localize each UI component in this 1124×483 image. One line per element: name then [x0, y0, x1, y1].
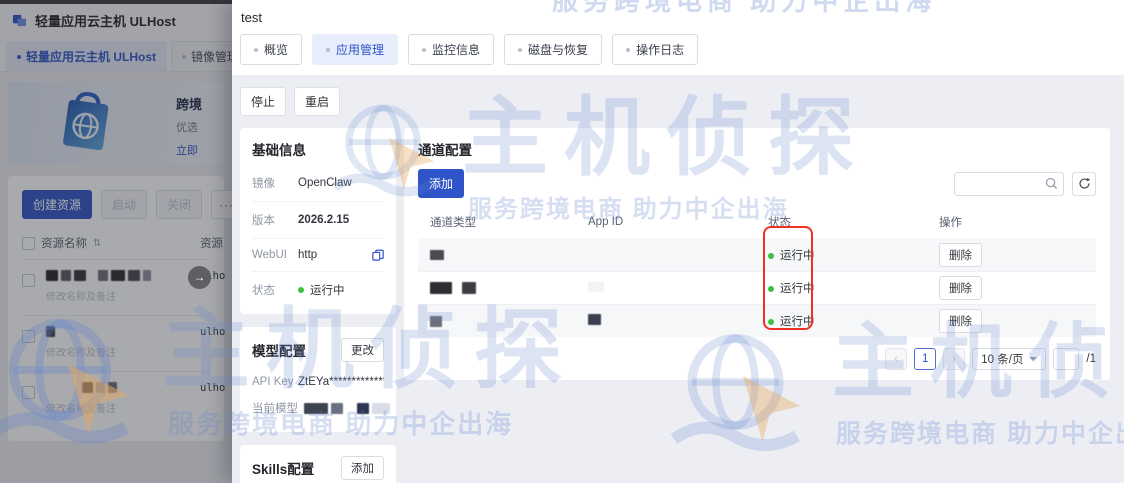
basic-info-card: 基础信息 镜像 OpenClaw 版本 2026.2.15 WebUI http: [240, 128, 396, 314]
current-model-label: 当前模型: [252, 403, 298, 415]
tab-app-management[interactable]: 应用管理: [312, 34, 399, 65]
tab-label: 应用管理: [336, 43, 385, 57]
tab-overview[interactable]: 概览: [240, 34, 303, 65]
status-label: 状态: [252, 285, 275, 297]
api-key-label: API Key: [252, 376, 294, 388]
status-dot-icon: [298, 287, 304, 293]
webui-label: WebUI: [252, 249, 287, 261]
modal-dim-overlay: [0, 0, 232, 483]
refresh-button[interactable]: [1072, 171, 1096, 196]
col-channel-type: 通道类型: [430, 217, 476, 229]
console-background-page: 轻量应用云主机 ULHost 轻量应用云主机 ULHost 镜像管理: [0, 0, 232, 483]
delete-channel-button[interactable]: 删除: [939, 309, 982, 333]
tab-dot-icon: [422, 47, 427, 52]
change-model-button[interactable]: 更改: [341, 338, 384, 362]
version-value: 2026.2.15: [298, 214, 350, 226]
channel-status: 运行中: [780, 249, 815, 262]
screenshot-root: 轻量应用云主机 ULHost 轻量应用云主机 ULHost 镜像管理: [0, 0, 1124, 483]
image-label: 镜像: [252, 178, 275, 190]
tab-label: 磁盘与恢复: [528, 43, 589, 57]
skills-config-card: Skills配置 添加 暂未配置 立即配置: [240, 445, 396, 483]
col-app-id: App ID: [588, 216, 624, 228]
restart-button[interactable]: 重启: [294, 87, 341, 116]
pagination: ‹ 1 › 10 条/页 /1: [418, 348, 1096, 370]
col-status: 状态: [768, 217, 791, 229]
stop-button[interactable]: 停止: [240, 87, 287, 116]
model-config-title: 模型配置: [252, 344, 306, 359]
current-page-button[interactable]: 1: [914, 348, 937, 370]
status-dot-icon: [768, 252, 774, 259]
status-dot-icon: [768, 286, 774, 292]
channel-config-card: 通道配置 添加 通道类型 App ID 状态 操作 运行中 删除 运行中 删除 …: [404, 128, 1110, 380]
channel-status: 运行中: [780, 283, 815, 295]
detail-tabs: 概览 应用管理 监控信息 磁盘与恢复 操作日志: [240, 34, 1116, 75]
tab-dot-icon: [518, 47, 523, 52]
version-label: 版本: [252, 215, 275, 227]
basic-info-title: 基础信息: [252, 143, 306, 158]
tab-disk-recovery[interactable]: 磁盘与恢复: [504, 34, 603, 65]
prev-page-button[interactable]: ‹: [885, 348, 908, 370]
goto-page-input[interactable]: [1053, 348, 1080, 370]
col-action: 操作: [939, 217, 962, 229]
tab-dot-icon: [626, 47, 631, 52]
detail-drawer: test 概览 应用管理 监控信息 磁盘与恢复 操作日志 停止 重启 基础信息 …: [232, 0, 1124, 483]
tab-operation-log[interactable]: 操作日志: [612, 34, 699, 65]
search-icon: [1045, 177, 1058, 195]
tab-label: 操作日志: [636, 43, 685, 57]
channel-row: 运行中 删除: [418, 271, 1096, 304]
channel-row: 运行中 删除: [418, 238, 1096, 271]
webui-link[interactable]: http: [298, 249, 317, 261]
tab-label: 监控信息: [432, 43, 481, 57]
add-skill-button[interactable]: 添加: [341, 456, 384, 480]
api-key-value: ZtEYa****************...: [298, 376, 384, 388]
next-page-button[interactable]: ›: [943, 348, 966, 370]
add-channel-button[interactable]: 添加: [418, 169, 465, 198]
redacted-model-name: [304, 402, 390, 414]
delete-channel-button[interactable]: 删除: [939, 276, 982, 300]
redacted-channel-type: [430, 249, 588, 260]
channel-row: 运行中 删除: [418, 304, 1096, 337]
tab-label: 概览: [264, 43, 289, 57]
app-id-cell: [588, 281, 768, 295]
skills-config-title: Skills配置: [252, 462, 315, 477]
instance-title: test: [241, 10, 262, 25]
image-value: OpenClaw: [298, 177, 352, 189]
app-id-cell: [588, 314, 768, 328]
channel-table-header: 通道类型 App ID 状态 操作: [418, 210, 1096, 238]
redacted-channel-type: [430, 282, 588, 294]
tab-dot-icon: [254, 47, 258, 52]
channel-config-title: 通道配置: [418, 143, 472, 158]
redacted-channel-type: [430, 315, 588, 327]
panel-expand-button[interactable]: →: [188, 266, 211, 289]
tab-dot-icon: [326, 47, 331, 52]
tab-monitoring[interactable]: 监控信息: [408, 34, 495, 65]
total-pages-text: /1: [1086, 353, 1096, 365]
channel-table: 通道类型 App ID 状态 操作 运行中 删除 运行中 删除 运行中 删除: [418, 210, 1096, 337]
channel-status: 运行中: [780, 316, 815, 328]
model-config-card: 模型配置 更改 API KeyZtEYa****************... …: [240, 327, 396, 432]
status-value: 运行中: [310, 285, 345, 297]
status-dot-icon: [768, 319, 774, 325]
delete-channel-button[interactable]: 删除: [939, 242, 982, 267]
page-size-value: 10 条/页: [981, 354, 1024, 366]
page-size-select[interactable]: 10 条/页: [972, 348, 1047, 370]
chevron-down-icon: [1029, 357, 1038, 361]
copy-icon[interactable]: [372, 249, 384, 261]
